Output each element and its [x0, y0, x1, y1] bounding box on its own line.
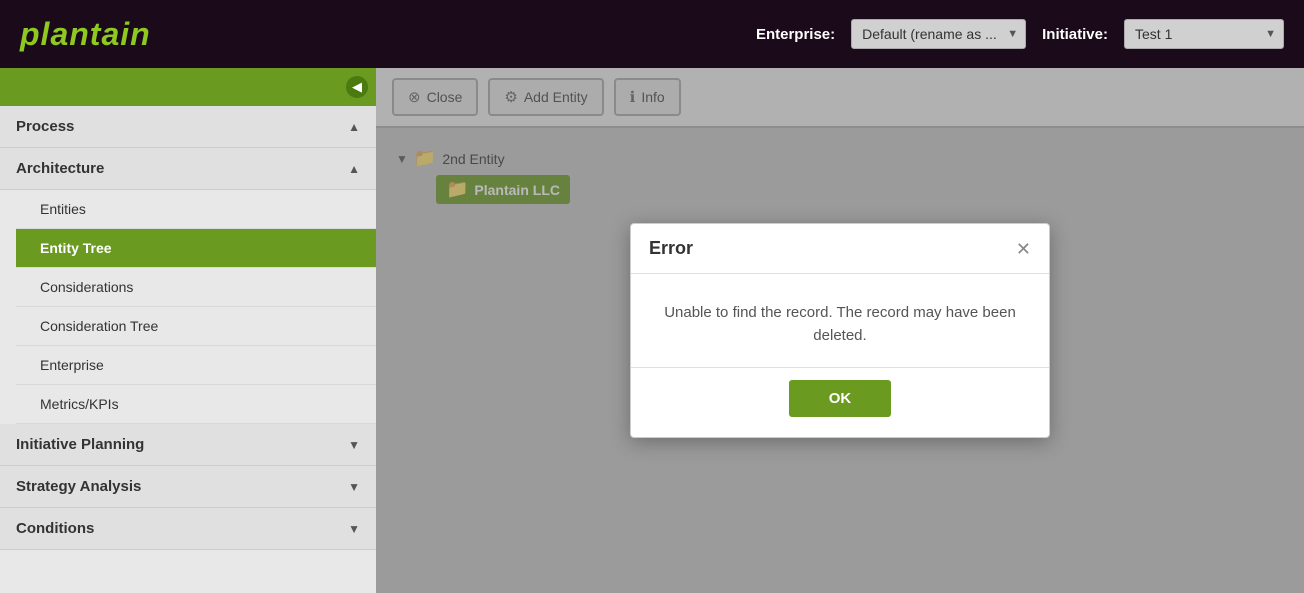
architecture-subsection: Entities Entity Tree Considerations Cons…	[0, 190, 376, 424]
sidebar: ◀ Process ▲ Architecture ▲ Entities Enti…	[0, 68, 376, 593]
initiative-select-wrapper[interactable]: Test 1	[1124, 19, 1284, 49]
content-area: ⊗ Close ⚙ Add Entity ℹ Info ▼ 📁 2nd Enti…	[376, 68, 1304, 593]
initiative-planning-label: Initiative Planning	[16, 436, 144, 453]
sidebar-item-considerations[interactable]: Considerations	[16, 268, 376, 307]
strategy-analysis-label: Strategy Analysis	[16, 478, 141, 495]
sidebar-section-architecture[interactable]: Architecture ▲	[0, 148, 376, 190]
modal-message: Unable to find the record. The record ma…	[664, 304, 1016, 344]
header-controls: Enterprise: Default (rename as ... Initi…	[756, 19, 1284, 49]
sidebar-item-metrics-kpis[interactable]: Metrics/KPIs	[16, 385, 376, 424]
modal-overlay: Error ✕ Unable to find the record. The r…	[376, 68, 1304, 593]
sidebar-section-conditions[interactable]: Conditions ▼	[0, 508, 376, 550]
error-modal: Error ✕ Unable to find the record. The r…	[630, 223, 1050, 438]
enterprise-select[interactable]: Default (rename as ...	[851, 19, 1026, 49]
modal-footer: OK	[631, 367, 1049, 437]
collapse-arrow-icon: ◀	[346, 76, 368, 98]
architecture-section-label: Architecture	[16, 160, 104, 177]
initiative-select[interactable]: Test 1	[1124, 19, 1284, 49]
enterprise-label: Enterprise:	[756, 26, 835, 43]
initiative-planning-chevron-icon: ▼	[348, 438, 360, 452]
sidebar-item-entities[interactable]: Entities	[16, 190, 376, 229]
sidebar-section-process[interactable]: Process ▲	[0, 106, 376, 148]
conditions-chevron-icon: ▼	[348, 522, 360, 536]
modal-ok-button[interactable]: OK	[789, 380, 892, 417]
sidebar-item-entity-tree[interactable]: Entity Tree	[16, 229, 376, 268]
sidebar-section-initiative-planning[interactable]: Initiative Planning ▼	[0, 424, 376, 466]
sidebar-collapse-button[interactable]: ◀	[0, 68, 376, 106]
top-header: plantain Enterprise: Default (rename as …	[0, 0, 1304, 68]
main-layout: ◀ Process ▲ Architecture ▲ Entities Enti…	[0, 68, 1304, 593]
architecture-chevron-icon: ▲	[348, 162, 360, 176]
strategy-analysis-chevron-icon: ▼	[348, 480, 360, 494]
modal-close-button[interactable]: ✕	[1016, 240, 1031, 258]
conditions-label: Conditions	[16, 520, 94, 537]
process-chevron-icon: ▲	[348, 120, 360, 134]
sidebar-item-consideration-tree[interactable]: Consideration Tree	[16, 307, 376, 346]
modal-title: Error	[649, 238, 693, 259]
app-logo: plantain	[20, 16, 151, 53]
modal-header: Error ✕	[631, 224, 1049, 274]
modal-body: Unable to find the record. The record ma…	[631, 274, 1049, 367]
enterprise-select-wrapper[interactable]: Default (rename as ...	[851, 19, 1026, 49]
initiative-label: Initiative:	[1042, 26, 1108, 43]
sidebar-section-strategy-analysis[interactable]: Strategy Analysis ▼	[0, 466, 376, 508]
sidebar-item-enterprise[interactable]: Enterprise	[16, 346, 376, 385]
process-section-label: Process	[16, 118, 74, 135]
